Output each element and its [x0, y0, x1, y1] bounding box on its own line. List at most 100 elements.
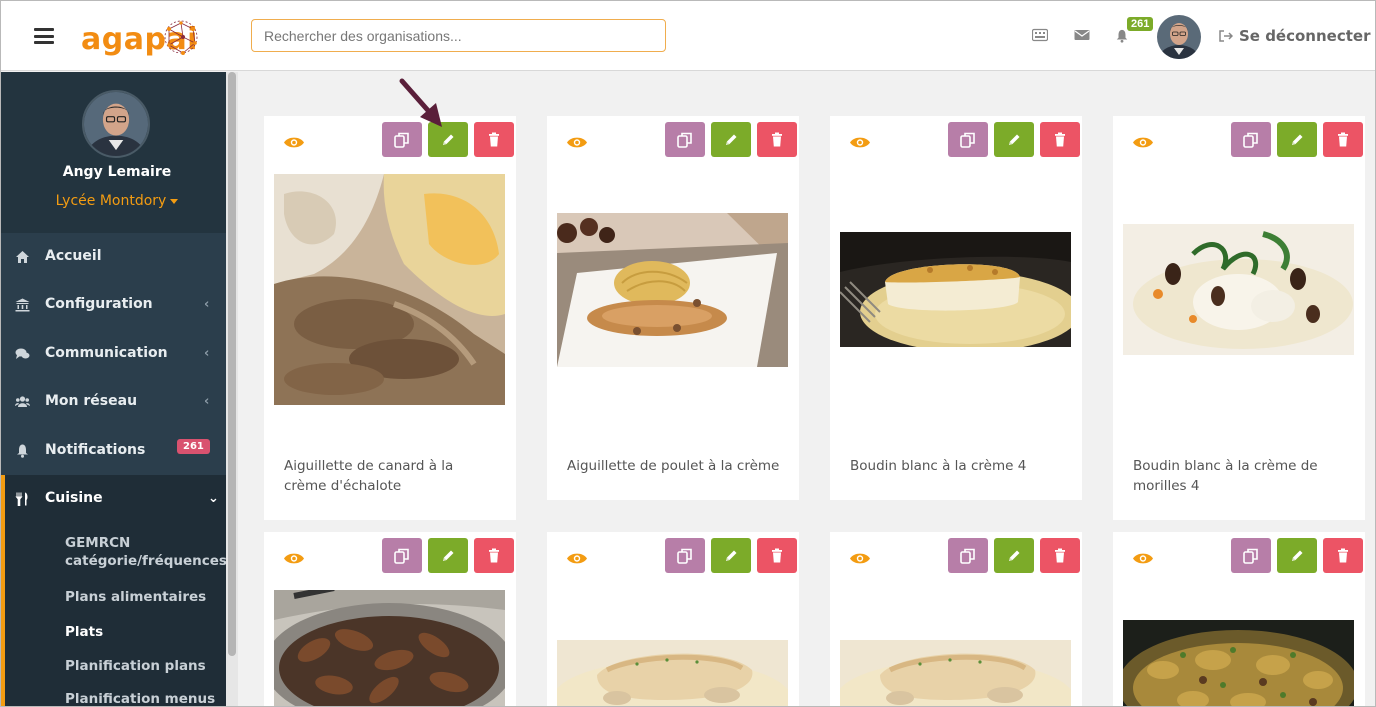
organization-dropdown[interactable]: Lycée Montdory	[1, 193, 233, 209]
pencil-icon	[1292, 550, 1303, 561]
delete-button[interactable]	[757, 538, 797, 573]
logout-button[interactable]: Se déconnecter	[1219, 27, 1370, 45]
dish-title[interactable]: Boudin blanc à la crème de morilles 4	[1133, 456, 1348, 496]
copy-icon	[677, 548, 692, 564]
duplicate-button[interactable]	[665, 538, 705, 573]
duplicate-button[interactable]	[948, 122, 988, 157]
pencil-icon	[1292, 134, 1303, 145]
caret-down-icon	[170, 198, 179, 204]
sidebar-item-cuisine[interactable]: Cuisine ⌄	[1, 475, 226, 523]
search-input[interactable]	[251, 19, 666, 52]
delete-button[interactable]	[757, 122, 797, 157]
delete-button[interactable]	[474, 122, 514, 157]
keyboard-icon[interactable]	[1032, 28, 1048, 42]
submenu-item-plats[interactable]: Plats	[65, 623, 103, 641]
edit-button[interactable]	[1277, 538, 1317, 573]
sidebar-avatar[interactable]	[82, 90, 150, 158]
edit-button[interactable]	[428, 538, 468, 573]
copy-icon	[1243, 132, 1258, 148]
delete-button[interactable]	[474, 538, 514, 573]
copy-icon	[960, 132, 975, 148]
trash-icon	[1338, 548, 1348, 563]
trash-icon	[772, 548, 782, 563]
top-bar: agapai Rechercher des organisations... 2…	[1, 1, 1375, 71]
dish-card	[830, 532, 1082, 706]
eye-icon[interactable]	[1133, 552, 1153, 565]
dish-image[interactable]	[840, 232, 1071, 347]
dish-image[interactable]	[274, 174, 505, 405]
sidebar-item-communication[interactable]: Communication ‹	[1, 330, 226, 378]
eye-icon[interactable]	[284, 552, 304, 565]
delete-button[interactable]	[1040, 538, 1080, 573]
eye-icon[interactable]	[567, 552, 587, 565]
trash-icon	[489, 132, 499, 147]
pencil-icon	[443, 550, 454, 561]
sidebar-item-label: Communication	[45, 345, 168, 361]
app-window: agapai Rechercher des organisations... 2…	[0, 0, 1376, 707]
sidebar-item-accueil[interactable]: Accueil	[1, 233, 226, 281]
sidebar-item-label: Cuisine	[45, 490, 103, 506]
eye-icon[interactable]	[567, 136, 587, 149]
delete-button[interactable]	[1323, 122, 1363, 157]
submenu-item-planification-menus[interactable]: Planification menus	[65, 690, 215, 706]
dish-image[interactable]	[557, 640, 788, 706]
envelope-icon[interactable]	[1074, 28, 1090, 42]
bell-icon[interactable]	[1114, 29, 1130, 43]
eye-icon[interactable]	[284, 136, 304, 149]
duplicate-button[interactable]	[382, 538, 422, 573]
users-icon	[15, 396, 30, 407]
duplicate-button[interactable]	[665, 122, 705, 157]
sidebar-item-notifications[interactable]: Notifications 261	[1, 427, 226, 475]
duplicate-button[interactable]	[948, 538, 988, 573]
dish-image[interactable]	[274, 590, 505, 706]
copy-icon	[394, 132, 409, 148]
sidebar: Angy Lemaire Lycée Montdory Accueil Conf…	[1, 72, 227, 706]
submenu-item-plans-alimentaires[interactable]: Plans alimentaires	[65, 588, 206, 606]
edit-button[interactable]	[711, 538, 751, 573]
cutlery-icon	[15, 492, 28, 506]
chevron-left-icon: ‹	[204, 297, 210, 312]
logo[interactable]: agapai	[81, 15, 211, 59]
duplicate-button[interactable]	[1231, 122, 1271, 157]
notification-badge: 261	[1127, 17, 1154, 31]
pencil-icon	[443, 134, 454, 145]
edit-button[interactable]	[711, 122, 751, 157]
chevron-left-icon: ‹	[204, 394, 210, 409]
duplicate-button[interactable]	[1231, 538, 1271, 573]
cuisine-submenu: GEMRCN catégorie/fréquences Plans alimen…	[1, 523, 227, 706]
sidebar-item-label: Notifications	[45, 442, 146, 458]
sidebar-profile: Angy Lemaire Lycée Montdory	[1, 72, 226, 233]
trash-icon	[1338, 132, 1348, 147]
dish-image[interactable]	[840, 640, 1071, 706]
copy-icon	[960, 548, 975, 564]
user-avatar[interactable]	[1157, 15, 1201, 59]
eye-icon[interactable]	[850, 136, 870, 149]
sidebar-scrollbar[interactable]	[226, 72, 238, 706]
sidebar-item-label: Accueil	[45, 248, 102, 264]
sidebar-item-configuration[interactable]: Configuration ‹	[1, 281, 226, 329]
edit-button[interactable]	[994, 122, 1034, 157]
dish-image[interactable]	[557, 213, 788, 367]
menu-toggle-icon[interactable]	[34, 28, 54, 44]
dish-title[interactable]: Boudin blanc à la crème 4	[850, 456, 1065, 476]
edit-button[interactable]	[1277, 122, 1317, 157]
scrollbar-thumb[interactable]	[228, 72, 236, 656]
submenu-item-planification-plans[interactable]: Planification plans	[65, 657, 206, 675]
eye-icon[interactable]	[850, 552, 870, 565]
pencil-icon	[726, 550, 737, 561]
delete-button[interactable]	[1323, 538, 1363, 573]
dish-title[interactable]: Aiguillette de canard à la crème d'échal…	[284, 456, 499, 496]
delete-button[interactable]	[1040, 122, 1080, 157]
trash-icon	[772, 132, 782, 147]
submenu-item-gemrcn[interactable]: GEMRCN catégorie/fréquences	[65, 534, 227, 570]
dish-image[interactable]	[1123, 224, 1354, 355]
comments-icon	[15, 348, 30, 359]
dish-image[interactable]	[1123, 620, 1354, 706]
edit-button[interactable]	[994, 538, 1034, 573]
eye-icon[interactable]	[1133, 136, 1153, 149]
sidebar-item-mon-reseau[interactable]: Mon réseau ‹	[1, 378, 226, 426]
annotation-arrow-icon	[399, 78, 442, 127]
dish-card	[264, 532, 516, 706]
chevron-left-icon: ‹	[204, 346, 210, 361]
dish-title[interactable]: Aiguillette de poulet à la crème	[567, 456, 782, 476]
